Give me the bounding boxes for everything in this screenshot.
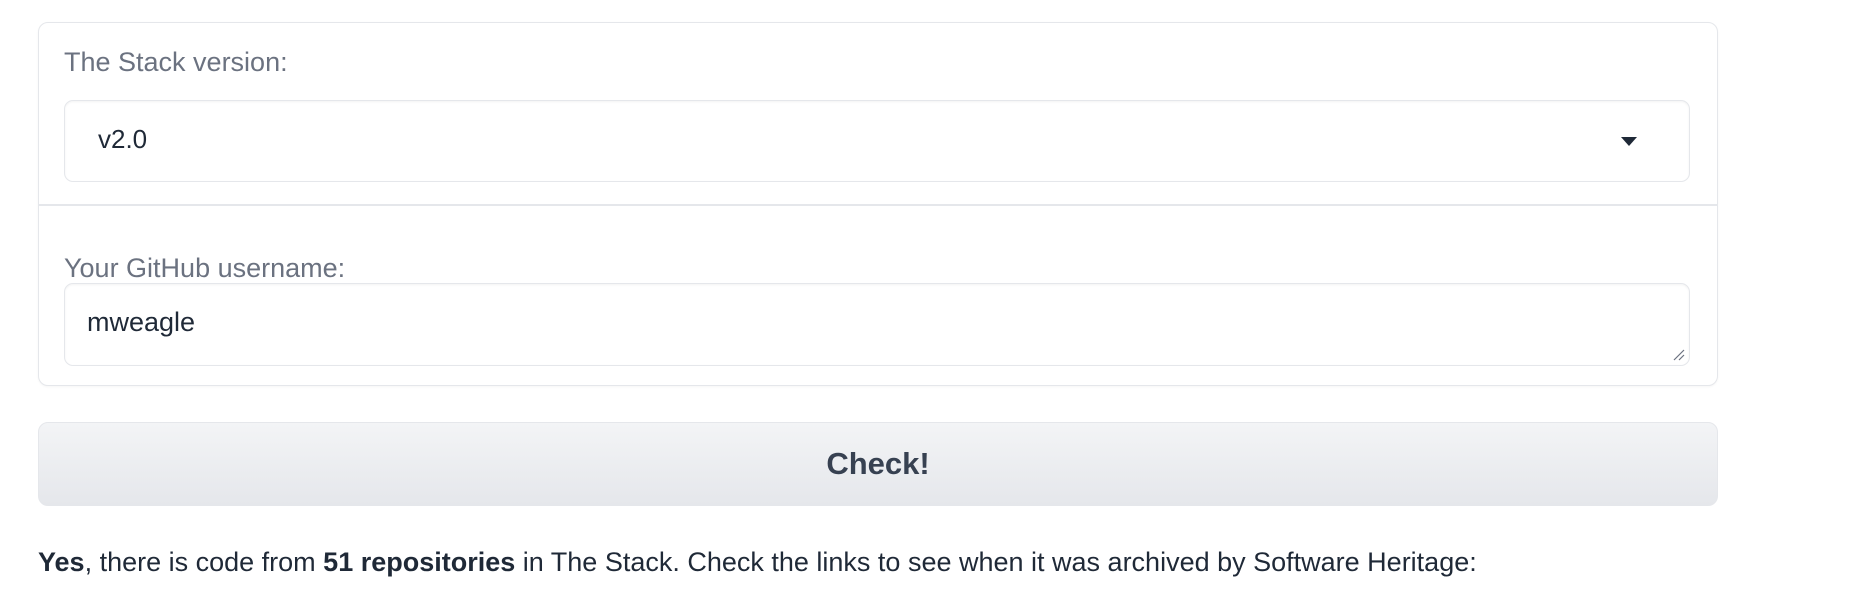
- version-select[interactable]: v2.0: [64, 100, 1690, 182]
- result-message: Yes, there is code from 51 repositories …: [38, 546, 1477, 578]
- username-input[interactable]: mweagle: [64, 283, 1690, 366]
- result-text-2: in The Stack. Check the links to see whe…: [515, 547, 1477, 577]
- result-repo-count: 51 repositories: [323, 547, 516, 577]
- settings-card: The Stack version: v2.0 Your GitHub user…: [38, 22, 1718, 386]
- result-yes: Yes: [38, 547, 85, 577]
- version-label: The Stack version:: [64, 47, 288, 77]
- version-select-value: v2.0: [98, 124, 148, 154]
- version-block: The Stack version: v2.0: [39, 23, 1717, 204]
- check-button[interactable]: Check!: [38, 422, 1718, 506]
- result-text-1: , there is code from: [84, 547, 324, 577]
- username-label: Your GitHub username:: [64, 253, 346, 283]
- chevron-down-icon[interactable]: [1621, 137, 1637, 146]
- username-input-value: mweagle: [87, 307, 196, 337]
- resize-handle-icon[interactable]: [1671, 347, 1685, 361]
